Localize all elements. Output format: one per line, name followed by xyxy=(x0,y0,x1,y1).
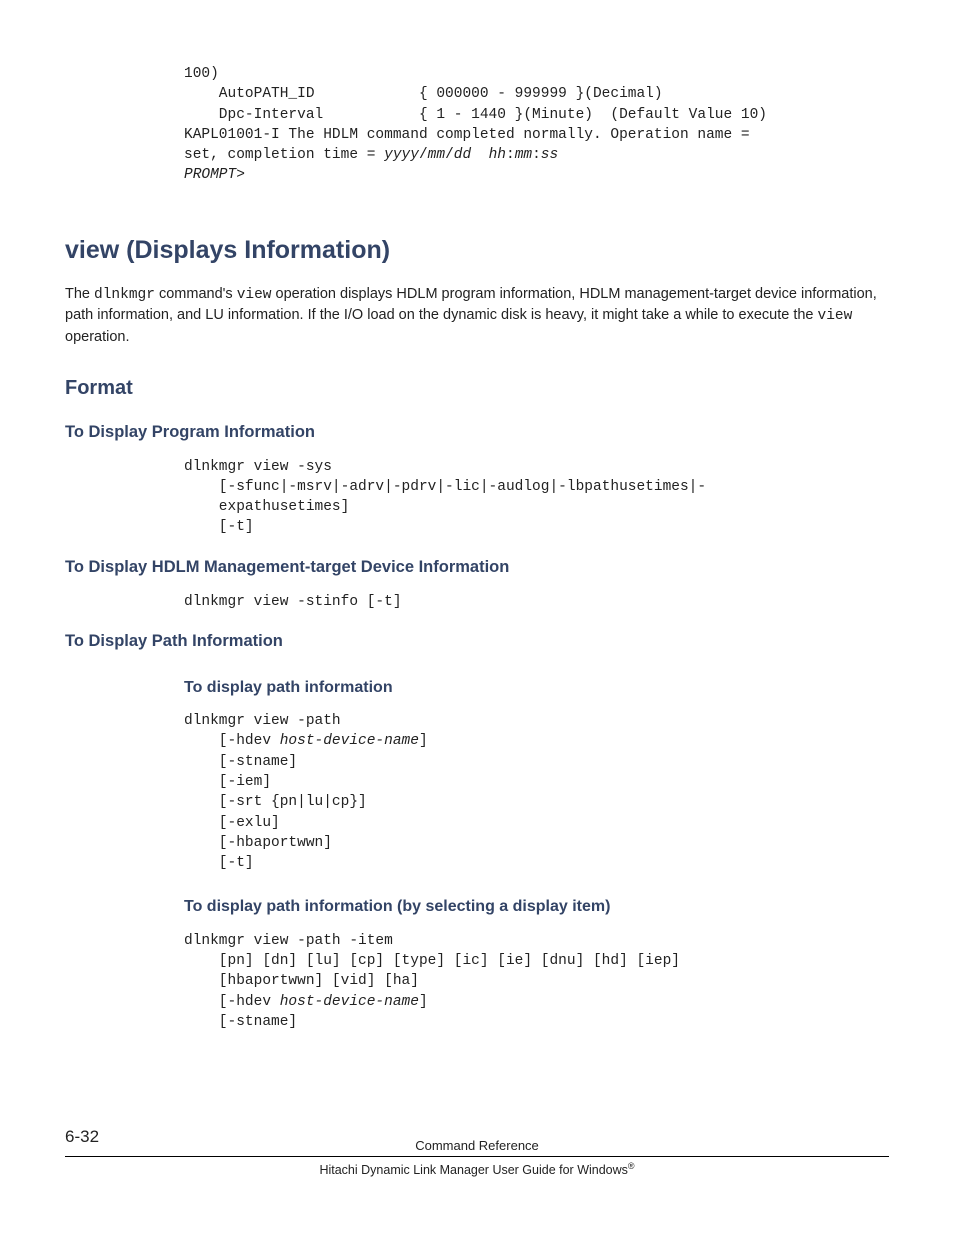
subsubsection-heading: To Display HDLM Management-target Device… xyxy=(65,556,889,580)
code-var: mm xyxy=(515,147,532,163)
code-text: ] xyxy=(419,994,428,1010)
code-block-sys: dlnkmgr view -sys [-sfunc|-msrv|-adrv|-p… xyxy=(184,457,889,538)
code-continuation: 100) AutoPATH_ID { 000000 - 999999 }(Dec… xyxy=(184,64,889,186)
code-var: host-device-name xyxy=(280,994,419,1010)
code-line: KAPL01001-I The HDLM command completed n… xyxy=(184,127,758,143)
subsection-heading-format: Format xyxy=(65,374,889,403)
code-line: AutoPATH_ID { 000000 - 999999 }(Decimal) xyxy=(184,86,663,102)
code-line: dlnkmgr view -path -item xyxy=(184,933,393,949)
code-line: [-srt {pn|lu|cp}] xyxy=(184,794,367,810)
footer-subtitle: Hitachi Dynamic Link Manager User Guide … xyxy=(65,1160,889,1179)
code-block-stinfo: dlnkmgr view -stinfo [-t] xyxy=(184,592,889,612)
code-line: set, completion time = xyxy=(184,147,384,163)
inline-code: view xyxy=(818,308,853,324)
code-line: 100) xyxy=(184,66,219,82)
code-text: [-hdev xyxy=(184,733,280,749)
code-line: [pn] [dn] [lu] [cp] [type] [ic] [ie] [dn… xyxy=(184,953,689,969)
minor-heading: To display path information (by selectin… xyxy=(184,895,889,918)
code-block-path: dlnkmgr view -path [-hdev host-device-na… xyxy=(184,711,889,873)
code-line: [-sfunc|-msrv|-adrv|-pdrv|-lic|-audlog|-… xyxy=(184,479,706,495)
code-var: ss xyxy=(541,147,558,163)
code-line: [hbaportwwn] [vid] [ha] xyxy=(184,973,419,989)
text: operation. xyxy=(65,329,130,345)
subsubsection-heading: To Display Path Information xyxy=(65,630,889,654)
code-prompt: PROMPT xyxy=(184,167,236,183)
inline-code: view xyxy=(237,287,272,303)
code-text: [-hdev xyxy=(184,994,280,1010)
subsubsection-heading: To Display Program Information xyxy=(65,421,889,445)
code-line: Dpc-Interval { 1 - 1440 }(Minute) (Defau… xyxy=(184,107,767,123)
code-text: : xyxy=(506,147,515,163)
section-heading-view: view (Displays Information) xyxy=(65,232,889,268)
code-line: [-hbaportwwn] xyxy=(184,835,332,851)
code-text: : xyxy=(532,147,541,163)
footer-title: Command Reference xyxy=(415,1137,539,1156)
code-text: ] xyxy=(419,733,428,749)
code-text: / xyxy=(445,147,454,163)
code-var: hh xyxy=(489,147,506,163)
code-text: / xyxy=(419,147,428,163)
minor-heading: To display path information xyxy=(184,676,889,699)
text: command's xyxy=(155,286,237,302)
inline-code: dlnkmgr xyxy=(94,287,155,303)
code-line: [-t] xyxy=(184,519,254,535)
code-line: dlnkmgr view -stinfo [-t] xyxy=(184,594,402,610)
code-block-path-item: dlnkmgr view -path -item [pn] [dn] [lu] … xyxy=(184,931,889,1032)
code-line: dlnkmgr view -path xyxy=(184,713,341,729)
code-line: [-t] xyxy=(184,855,254,871)
code-var: host-device-name xyxy=(280,733,419,749)
code-line: dlnkmgr view -sys xyxy=(184,459,332,475)
page-footer: 6-32 Command Reference Hitachi Dynamic L… xyxy=(65,1137,889,1179)
page-number: 6-32 xyxy=(65,1125,99,1150)
code-text xyxy=(471,147,488,163)
code-line: [-iem] xyxy=(184,774,271,790)
code-line: [-stname] xyxy=(184,754,297,770)
code-var: yyyy xyxy=(384,147,419,163)
registered-icon: ® xyxy=(628,1161,635,1171)
footer-sub-text: Hitachi Dynamic Link Manager User Guide … xyxy=(319,1163,627,1177)
code-line: [-exlu] xyxy=(184,815,280,831)
code-var: mm xyxy=(428,147,445,163)
code-var: dd xyxy=(454,147,471,163)
text: The xyxy=(65,286,94,302)
intro-paragraph: The dlnkmgr command's view operation dis… xyxy=(65,284,889,348)
code-text: > xyxy=(236,167,245,183)
code-line: expathusetimes] xyxy=(184,499,349,515)
code-line: [-stname] xyxy=(184,1014,297,1030)
